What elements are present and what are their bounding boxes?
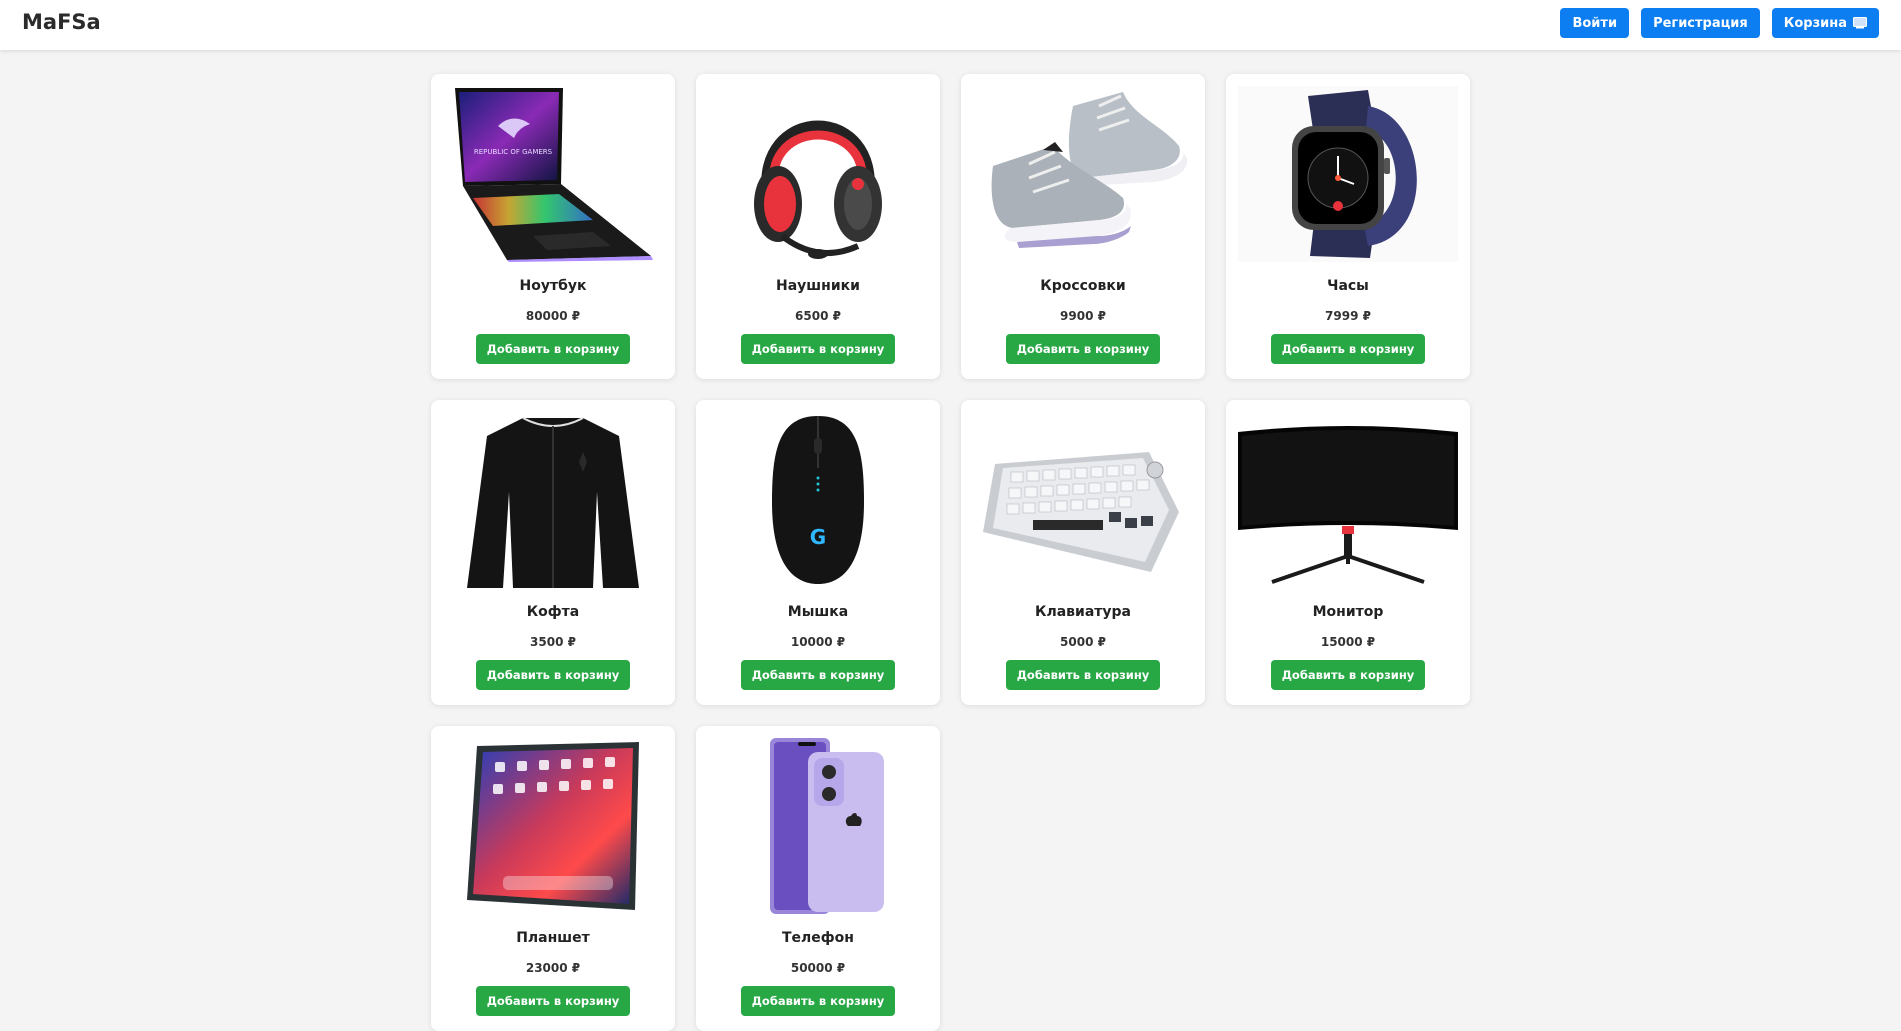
product-card: Часы 7999 ₽ Добавить в корзину [1226,74,1470,379]
product-card: Наушники 6500 ₽ Добавить в корзину [696,74,940,379]
watch-image [1238,86,1458,262]
product-price: 9900 ₽ [1060,309,1106,323]
product-name: Клавиатура [1035,604,1131,620]
product-name: Мышка [787,604,849,620]
header-nav: Войти Регистрация Корзина [1560,8,1879,38]
product-price: 50000 ₽ [790,961,846,975]
product-price: 10000 ₽ [790,635,846,649]
product-card: Монитор 15000 ₽ Добавить в корзину [1226,400,1470,705]
tablet-image [467,742,639,910]
product-image[interactable] [1238,86,1458,262]
product-card: Кроссовки 9900 ₽ Добавить в корзину [961,74,1205,379]
cart-button-label: Корзина [1783,15,1847,31]
add-to-cart-button[interactable]: Добавить в корзину [1270,660,1426,690]
product-price: 80000 ₽ [525,309,581,323]
product-price: 7999 ₽ [1325,309,1371,323]
product-image[interactable] [973,412,1193,588]
register-button[interactable]: Регистрация [1641,8,1760,38]
add-to-cart-button[interactable]: Добавить в корзину [740,660,896,690]
product-price: 3500 ₽ [530,635,576,649]
add-to-cart-button[interactable]: Добавить в корзину [475,660,631,690]
product-price: 15000 ₽ [1320,635,1376,649]
svg-text:G: G [810,525,826,549]
add-to-cart-button[interactable]: Добавить в корзину [740,334,896,364]
product-name: Ноутбук [519,278,587,294]
register-button-label: Регистрация [1653,15,1748,31]
sneakers-image [991,92,1188,248]
product-card: G Мышка 10000 ₽ Добавить в корзину [696,400,940,705]
svg-text:REPUBLIC OF GAMERS: REPUBLIC OF GAMERS [474,148,553,156]
jacket-image [467,417,639,588]
site-logo[interactable]: MaFSa [22,10,101,34]
product-name: Часы [1327,278,1369,294]
product-card: Телефон 50000 ₽ Добавить в корзину [696,726,940,1031]
login-button-label: Войти [1572,15,1618,31]
phone-image [770,738,884,914]
add-to-cart-button[interactable]: Добавить в корзину [1270,334,1426,364]
site-header: MaFSa Войти Регистрация Корзина [0,0,1901,50]
product-price: 23000 ₽ [525,961,581,975]
product-image[interactable] [973,86,1193,262]
add-to-cart-button[interactable]: Добавить в корзину [740,986,896,1016]
product-image[interactable] [443,738,663,914]
product-name: Монитор [1312,604,1384,620]
product-image[interactable] [708,86,928,262]
monitor-image [1238,426,1458,584]
login-button[interactable]: Войти [1560,8,1630,38]
product-price: 6500 ₽ [795,309,841,323]
product-card: Клавиатура 5000 ₽ Добавить в корзину [961,400,1205,705]
product-image[interactable]: REPUBLIC OF GAMERS [443,86,663,262]
add-to-cart-button[interactable]: Добавить в корзину [1005,660,1161,690]
product-grid: REPUBLIC OF GAMERS Ноутбук 80000 ₽ Добав… [431,74,1470,1031]
cart-icon [1853,17,1867,29]
laptop-image: REPUBLIC OF GAMERS [455,88,653,262]
product-name: Телефон [782,930,854,946]
mouse-image: G [772,416,864,584]
headphones-image [754,120,882,259]
cart-button[interactable]: Корзина [1771,8,1879,38]
product-card: REPUBLIC OF GAMERS Ноутбук 80000 ₽ Добав… [431,74,675,379]
product-name: Кофта [526,604,580,620]
product-card: Кофта 3500 ₽ Добавить в корзину [431,400,675,705]
product-image[interactable]: G [708,412,928,588]
product-image[interactable] [1238,412,1458,588]
keyboard-image [983,452,1179,572]
add-to-cart-button[interactable]: Добавить в корзину [475,334,631,364]
add-to-cart-button[interactable]: Добавить в корзину [475,986,631,1016]
product-image[interactable] [708,738,928,914]
product-name: Наушники [776,278,860,294]
product-price: 5000 ₽ [1060,635,1106,649]
product-name: Планшет [516,930,590,946]
product-image[interactable] [443,412,663,588]
add-to-cart-button[interactable]: Добавить в корзину [1005,334,1161,364]
product-card: Планшет 23000 ₽ Добавить в корзину [431,726,675,1031]
product-name: Кроссовки [1040,278,1126,294]
